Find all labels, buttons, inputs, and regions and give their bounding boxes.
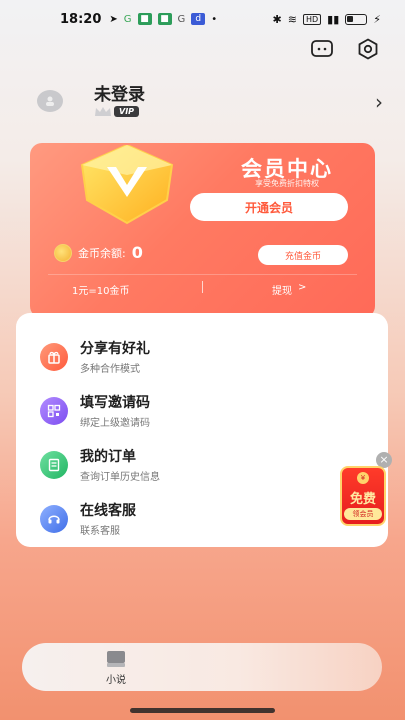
bluetooth-icon: ✱	[272, 12, 282, 26]
gem-icon	[80, 145, 174, 225]
exchange-rate: 1元=10金币	[72, 286, 130, 297]
crown-icon	[95, 107, 111, 116]
app-icon-1: G	[123, 13, 132, 25]
coin-icon: ¥	[357, 472, 369, 484]
book-icon	[107, 651, 125, 667]
avatar[interactable]	[37, 90, 63, 112]
app-icon-2: ■	[157, 13, 172, 25]
order-icon	[40, 451, 68, 479]
divider	[48, 274, 357, 275]
menu-item-orders[interactable]: 我的订单 查询订单历史信息	[16, 441, 388, 493]
free-sub-label: 领会员	[344, 508, 382, 520]
vip-badge: VIP	[94, 106, 140, 117]
menu-item-subtitle: 绑定上级邀请码	[80, 418, 150, 429]
status-time: 18:20	[60, 11, 102, 27]
home-indicator[interactable]	[130, 708, 275, 713]
free-vip-badge[interactable]: ¥ 免费 领会员	[340, 466, 386, 526]
google-icon: G	[177, 13, 186, 25]
message-icon[interactable]	[309, 36, 335, 62]
menu-card: 分享有好礼 多种合作模式 填写邀请码 绑定上级邀请码 我的订单 查询订单历史信息…	[16, 313, 388, 547]
coin-icon	[54, 243, 72, 262]
withdraw-label: 提现	[272, 286, 292, 297]
vip-label: VIP	[114, 106, 140, 117]
signal-icon: ▮▮	[327, 12, 340, 26]
hd-icon: HD	[302, 13, 322, 25]
separator	[202, 281, 203, 293]
menu-item-subtitle: 联系客服	[80, 526, 120, 537]
gift-icon	[40, 343, 68, 371]
menu-item-subtitle: 查询订单历史信息	[80, 472, 160, 483]
status-bar: 18:20 ➤ G ■ ■ G d • ✱ ≋ HD ▮▮ ⚡	[0, 0, 405, 38]
withdraw-link[interactable]: 提现 >	[272, 282, 306, 297]
tab-novel[interactable]: 小说	[96, 649, 136, 686]
recharge-button[interactable]: 充值金币	[258, 245, 348, 265]
tab-label: 小说	[106, 675, 126, 686]
menu-item-share[interactable]: 分享有好礼 多种合作模式	[16, 333, 388, 385]
menu-item-title: 填写邀请码	[80, 395, 150, 411]
menu-item-customer-service[interactable]: 在线客服 联系客服	[16, 495, 388, 547]
chevron-right-icon: >	[298, 282, 307, 293]
top-icons	[309, 36, 381, 62]
coin-label: 金币余额:	[78, 246, 126, 260]
chevron-right-icon[interactable]: ›	[375, 90, 383, 114]
coin-value: 0	[131, 243, 143, 262]
tab-bar: 小说	[22, 643, 382, 691]
headset-icon	[40, 505, 68, 533]
chat-icon: ■	[137, 13, 152, 25]
menu-item-title: 在线客服	[80, 503, 136, 519]
dot-icon: •	[211, 13, 218, 25]
battery-icon	[345, 13, 368, 25]
menu-item-subtitle: 多种合作模式	[80, 364, 140, 375]
notification-icons: ➤ G ■ ■ G d •	[109, 13, 217, 25]
wifi-icon: ≋	[287, 12, 297, 26]
qrcode-icon	[40, 397, 68, 425]
charging-icon: ⚡	[373, 12, 381, 26]
menu-item-invite-code[interactable]: 填写邀请码 绑定上级邀请码	[16, 387, 388, 439]
app-icon-3: d	[191, 13, 206, 25]
user-row[interactable]: 未登录 VIP ›	[0, 74, 405, 130]
status-right: ✱ ≋ HD ▮▮ ⚡	[273, 13, 381, 26]
free-label: 免费	[349, 492, 376, 507]
coin-balance: 金币余额: 0	[54, 243, 143, 262]
open-vip-button[interactable]: 开通会员	[190, 193, 348, 221]
user-name[interactable]: 未登录	[94, 80, 145, 105]
telegram-icon: ➤	[109, 13, 118, 25]
member-card: 会员中心 享受免费折扣特权 开通会员 金币余额: 0 充值金币 1元=10金币 …	[30, 143, 375, 318]
menu-item-title: 分享有好礼	[80, 341, 150, 357]
menu-item-title: 我的订单	[80, 449, 136, 465]
settings-hex-icon[interactable]	[355, 36, 381, 62]
card-subtitle: 享受免费折扣特权	[255, 179, 319, 188]
